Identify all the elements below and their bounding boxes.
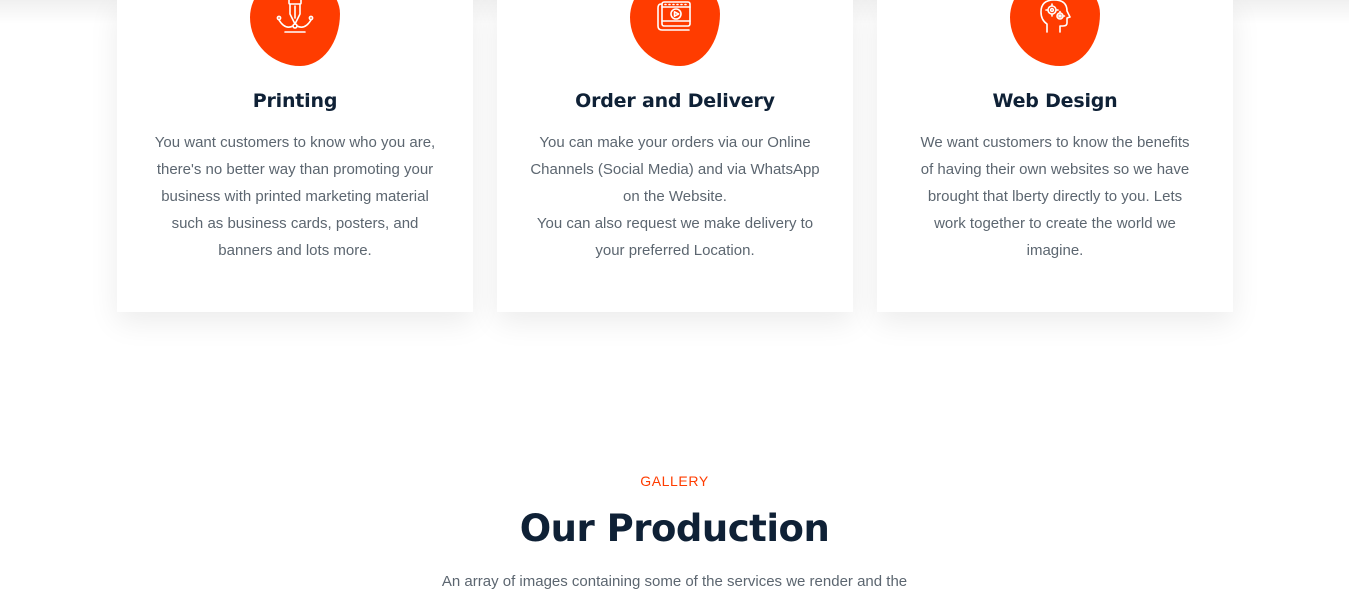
- video-play-icon: [657, 1, 691, 31]
- service-description: You want customers to know who you are, …: [154, 134, 436, 259]
- service-title: Order and Delivery: [575, 90, 775, 112]
- head-gears-icon: [1040, 0, 1071, 33]
- service-title: Web Design: [992, 90, 1118, 112]
- gallery-title: Our Production: [519, 507, 830, 550]
- service-card-web-design: Web Design We want customers to know the…: [877, 0, 1233, 312]
- service-icon-badge: [1010, 0, 1100, 66]
- services-section: Printing You want customers to know who …: [117, 0, 1233, 312]
- service-description: You can make your orders via our Online …: [530, 134, 820, 259]
- gallery-subtitle: An array of images containing some of th…: [441, 573, 908, 590]
- service-card-printing: Printing You want customers to know who …: [117, 0, 473, 312]
- gallery-eyebrow: GALLERY: [640, 473, 709, 489]
- service-description: We want customers to know the benefits o…: [920, 134, 1190, 259]
- service-icon-badge: [250, 0, 340, 66]
- pen-tool-icon: [276, 0, 314, 33]
- service-title: Printing: [252, 90, 338, 112]
- service-icon-badge: [630, 0, 720, 66]
- service-card-order-delivery: Order and Delivery You can make your ord…: [497, 0, 853, 312]
